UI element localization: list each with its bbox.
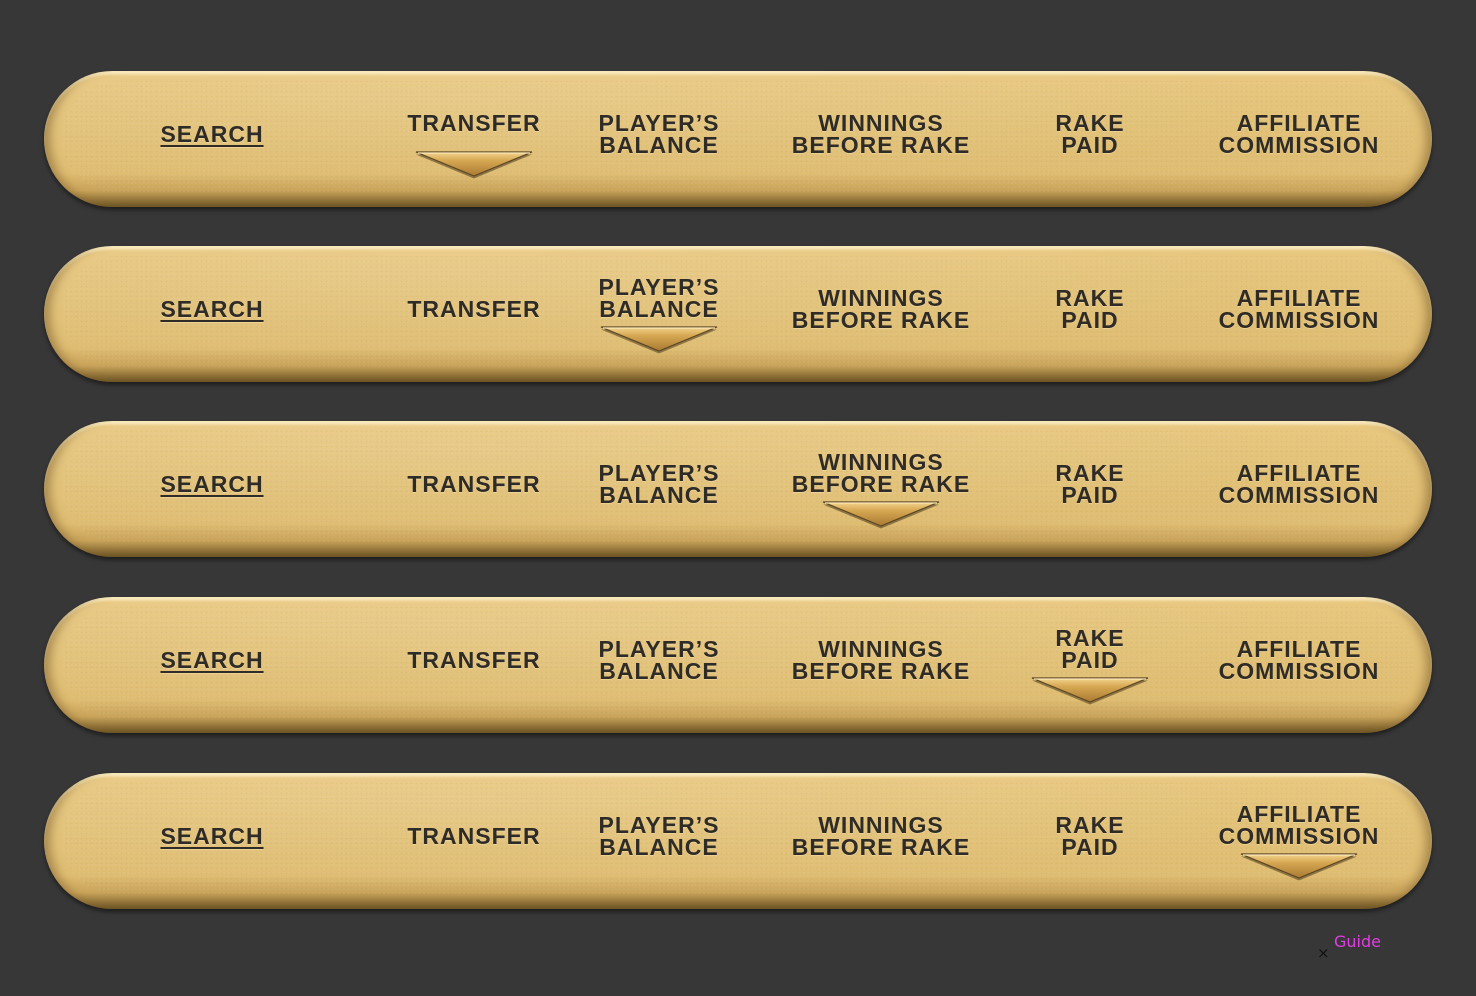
nav-item-label: PLAYER’S BALANCE bbox=[598, 110, 720, 158]
nav-bar: SEARCH TRANSFER PLAYER’S BALANCE WINNING… bbox=[44, 246, 1432, 382]
nav-item-label: WINNINGS BEFORE RAKE bbox=[791, 812, 971, 860]
nav-item-affiliate-commission[interactable]: AFFILIATE COMMISSION bbox=[1204, 71, 1394, 197]
nav-item-players-balance[interactable]: PLAYER’S BALANCE bbox=[584, 246, 734, 372]
guide-link[interactable]: Guide bbox=[1334, 932, 1381, 951]
nav-item-transfer[interactable]: TRANSFER bbox=[394, 246, 554, 372]
nav-item-label: WINNINGS BEFORE RAKE bbox=[791, 110, 971, 158]
nav-item-affiliate-commission[interactable]: AFFILIATE COMMISSION bbox=[1204, 421, 1394, 547]
nav-item-affiliate-commission[interactable]: AFFILIATE COMMISSION bbox=[1204, 773, 1394, 899]
nav-item-players-balance[interactable]: PLAYER’S BALANCE bbox=[584, 773, 734, 899]
nav-item-label: PLAYER’S BALANCE bbox=[598, 812, 720, 860]
nav-item-search[interactable]: SEARCH bbox=[152, 246, 272, 372]
nav-item-label: SEARCH bbox=[160, 471, 264, 497]
nav-item-winnings-before-rake[interactable]: WINNINGS BEFORE RAKE bbox=[786, 773, 976, 899]
nav-item-rake-paid[interactable]: RAKE PAID bbox=[1030, 421, 1150, 547]
nav-item-label: TRANSFER bbox=[407, 471, 541, 497]
nav-item-search[interactable]: SEARCH bbox=[152, 597, 272, 723]
nav-item-label: PLAYER’S BALANCE bbox=[598, 636, 720, 684]
nav-item-label: WINNINGS BEFORE RAKE bbox=[791, 636, 971, 684]
nav-item-winnings-before-rake[interactable]: WINNINGS BEFORE RAKE bbox=[786, 71, 976, 197]
nav-item-label: AFFILIATE COMMISSION bbox=[1218, 110, 1380, 158]
nav-item-transfer[interactable]: TRANSFER bbox=[394, 71, 554, 197]
nav-item-label: TRANSFER bbox=[407, 296, 541, 322]
caret-down-icon bbox=[600, 326, 718, 354]
nav-item-winnings-before-rake[interactable]: WINNINGS BEFORE RAKE bbox=[786, 597, 976, 723]
nav-item-label: AFFILIATE COMMISSION bbox=[1218, 460, 1380, 508]
nav-item-label: AFFILIATE COMMISSION bbox=[1218, 636, 1380, 684]
nav-item-players-balance[interactable]: PLAYER’S BALANCE bbox=[584, 71, 734, 197]
nav-item-label: AFFILIATE COMMISSION bbox=[1218, 801, 1380, 849]
nav-item-label: WINNINGS BEFORE RAKE bbox=[791, 285, 971, 333]
nav-item-rake-paid[interactable]: RAKE PAID bbox=[1030, 71, 1150, 197]
nav-item-players-balance[interactable]: PLAYER’S BALANCE bbox=[584, 421, 734, 547]
nav-item-label: WINNINGS BEFORE RAKE bbox=[791, 449, 971, 497]
caret-down-icon bbox=[1031, 677, 1149, 705]
nav-item-search[interactable]: SEARCH bbox=[152, 773, 272, 899]
nav-item-label: TRANSFER bbox=[407, 823, 541, 849]
nav-bar: SEARCH TRANSFER PLAYER’S BALANCE WINNING… bbox=[44, 773, 1432, 909]
nav-item-label: AFFILIATE COMMISSION bbox=[1218, 285, 1380, 333]
nav-item-label: PLAYER’S BALANCE bbox=[598, 274, 720, 322]
nav-item-search[interactable]: SEARCH bbox=[152, 421, 272, 547]
nav-item-label: TRANSFER bbox=[407, 110, 541, 136]
nav-item-transfer[interactable]: TRANSFER bbox=[394, 773, 554, 899]
nav-item-winnings-before-rake[interactable]: WINNINGS BEFORE RAKE bbox=[786, 246, 976, 372]
close-icon[interactable]: × bbox=[1317, 944, 1330, 962]
nav-item-label: RAKE PAID bbox=[1055, 460, 1125, 508]
nav-item-search[interactable]: SEARCH bbox=[152, 71, 272, 197]
nav-item-label: SEARCH bbox=[160, 296, 264, 322]
nav-bar: SEARCH TRANSFER PLAYER’S BALANCE WINNING… bbox=[44, 597, 1432, 733]
nav-item-label: SEARCH bbox=[160, 823, 264, 849]
caret-down-icon bbox=[1240, 853, 1358, 881]
nav-item-label: RAKE PAID bbox=[1055, 110, 1125, 158]
nav-item-label: RAKE PAID bbox=[1055, 285, 1125, 333]
nav-item-affiliate-commission[interactable]: AFFILIATE COMMISSION bbox=[1204, 246, 1394, 372]
page: SEARCH TRANSFER PLAYER’S BALANCE WINNING… bbox=[0, 0, 1476, 996]
nav-item-rake-paid[interactable]: RAKE PAID bbox=[1030, 246, 1150, 372]
nav-item-label: PLAYER’S BALANCE bbox=[598, 460, 720, 508]
nav-item-rake-paid[interactable]: RAKE PAID bbox=[1030, 597, 1150, 723]
nav-bar: SEARCH TRANSFER PLAYER’S BALANCE WINNING… bbox=[44, 421, 1432, 557]
nav-item-transfer[interactable]: TRANSFER bbox=[394, 421, 554, 547]
nav-item-label: RAKE PAID bbox=[1055, 625, 1125, 673]
nav-item-label: SEARCH bbox=[160, 647, 264, 673]
caret-down-icon bbox=[822, 501, 940, 529]
nav-item-rake-paid[interactable]: RAKE PAID bbox=[1030, 773, 1150, 899]
nav-item-transfer[interactable]: TRANSFER bbox=[394, 597, 554, 723]
caret-down-icon bbox=[415, 151, 533, 179]
nav-item-players-balance[interactable]: PLAYER’S BALANCE bbox=[584, 597, 734, 723]
nav-item-winnings-before-rake[interactable]: WINNINGS BEFORE RAKE bbox=[786, 421, 976, 547]
nav-item-label: TRANSFER bbox=[407, 647, 541, 673]
nav-item-affiliate-commission[interactable]: AFFILIATE COMMISSION bbox=[1204, 597, 1394, 723]
nav-bar: SEARCH TRANSFER PLAYER’S BALANCE WINNING… bbox=[44, 71, 1432, 207]
nav-item-label: RAKE PAID bbox=[1055, 812, 1125, 860]
nav-item-label: SEARCH bbox=[160, 121, 264, 147]
